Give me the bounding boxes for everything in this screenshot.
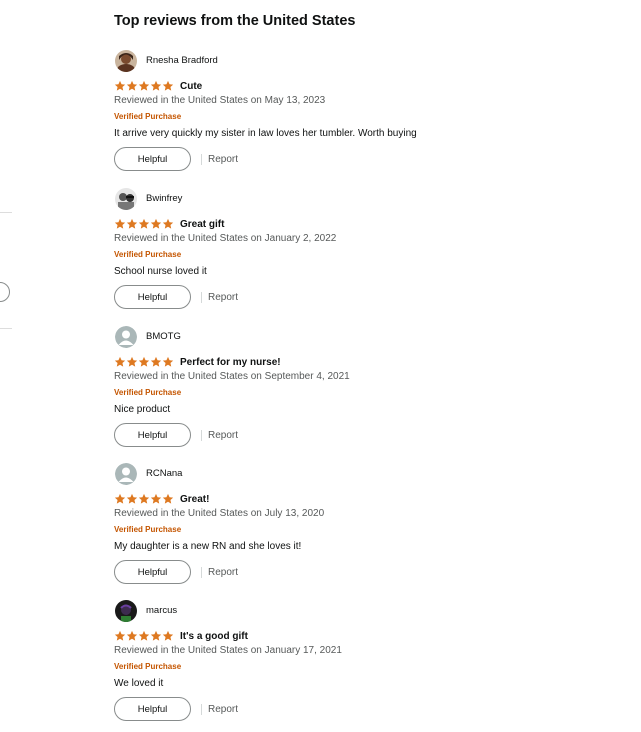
review-body: School nurse loved it [114, 266, 207, 277]
verified-purchase-badge: Verified Purchase [114, 250, 182, 259]
report-link[interactable]: Report [208, 567, 238, 578]
left-column-divider [0, 328, 12, 329]
review-card: marcus It's a good gift Reviewed in the … [114, 600, 634, 732]
photo-avatar-woman-icon[interactable] [115, 50, 137, 72]
review-date: Reviewed in the United States on January… [114, 233, 337, 244]
rating-row: Great! [114, 492, 209, 506]
verified-purchase-badge: Verified Purchase [114, 662, 182, 671]
verified-purchase-badge: Verified Purchase [114, 525, 182, 534]
rating-row: Perfect for my nurse! [114, 355, 281, 369]
review-title[interactable]: Great! [180, 494, 209, 505]
photo-avatar-bw-icon[interactable] [115, 188, 137, 210]
five-star-rating-icon[interactable] [114, 80, 174, 92]
review-actions: Helpful Report [114, 560, 238, 584]
left-column-radio[interactable] [0, 282, 10, 302]
helpful-button[interactable]: Helpful [114, 560, 191, 584]
review-author[interactable]: Bwinfrey [146, 193, 182, 204]
helpful-button[interactable]: Helpful [114, 147, 191, 171]
review-author[interactable]: RCNana [146, 468, 182, 479]
review-card: Rnesha Bradford Cute Reviewed in the Uni… [114, 50, 634, 182]
review-author[interactable]: marcus [146, 605, 177, 616]
review-author[interactable]: BMOTG [146, 331, 181, 342]
verified-purchase-badge: Verified Purchase [114, 388, 182, 397]
review-title[interactable]: Great gift [180, 219, 224, 230]
review-title[interactable]: It's a good gift [180, 631, 248, 642]
helpful-button[interactable]: Helpful [114, 285, 191, 309]
rating-row: It's a good gift [114, 629, 248, 643]
left-column-divider [0, 212, 12, 213]
five-star-rating-icon[interactable] [114, 493, 174, 505]
default-avatar-icon[interactable] [115, 463, 137, 485]
review-body: It arrive very quickly my sister in law … [114, 128, 417, 139]
review-author[interactable]: Rnesha Bradford [146, 55, 218, 66]
section-title: Top reviews from the United States [114, 13, 356, 29]
report-link[interactable]: Report [208, 154, 238, 165]
report-link[interactable]: Report [208, 292, 238, 303]
verified-purchase-badge: Verified Purchase [114, 112, 182, 121]
action-divider [201, 703, 202, 715]
review-body: Nice product [114, 404, 171, 415]
default-avatar-icon[interactable] [115, 326, 137, 348]
review-actions: Helpful Report [114, 285, 238, 309]
review-date: Reviewed in the United States on January… [114, 645, 342, 656]
review-body: My daughter is a new RN and she loves it… [114, 541, 302, 552]
action-divider [201, 566, 202, 578]
five-star-rating-icon[interactable] [114, 218, 174, 230]
five-star-rating-icon[interactable] [114, 356, 174, 368]
action-divider [201, 291, 202, 303]
review-actions: Helpful Report [114, 147, 238, 171]
report-link[interactable]: Report [208, 430, 238, 441]
review-card: RCNana Great! Reviewed in the United Sta… [114, 463, 634, 595]
review-date: Reviewed in the United States on July 13… [114, 508, 325, 519]
review-title[interactable]: Cute [180, 81, 202, 92]
five-star-rating-icon[interactable] [114, 630, 174, 642]
review-card: BMOTG Perfect for my nurse! Reviewed in … [114, 326, 634, 458]
review-actions: Helpful Report [114, 423, 238, 447]
action-divider [201, 153, 202, 165]
review-body: We loved it [114, 678, 164, 689]
helpful-button[interactable]: Helpful [114, 697, 191, 721]
review-date: Reviewed in the United States on Septemb… [114, 371, 350, 382]
photo-avatar-dark-icon[interactable] [115, 600, 137, 622]
review-actions: Helpful Report [114, 697, 238, 721]
rating-row: Cute [114, 79, 202, 93]
helpful-button[interactable]: Helpful [114, 423, 191, 447]
review-title[interactable]: Perfect for my nurse! [180, 357, 281, 368]
report-link[interactable]: Report [208, 704, 238, 715]
rating-row: Great gift [114, 217, 224, 231]
action-divider [201, 429, 202, 441]
review-card: Bwinfrey Great gift Reviewed in the Unit… [114, 188, 634, 320]
review-date: Reviewed in the United States on May 13,… [114, 95, 326, 106]
